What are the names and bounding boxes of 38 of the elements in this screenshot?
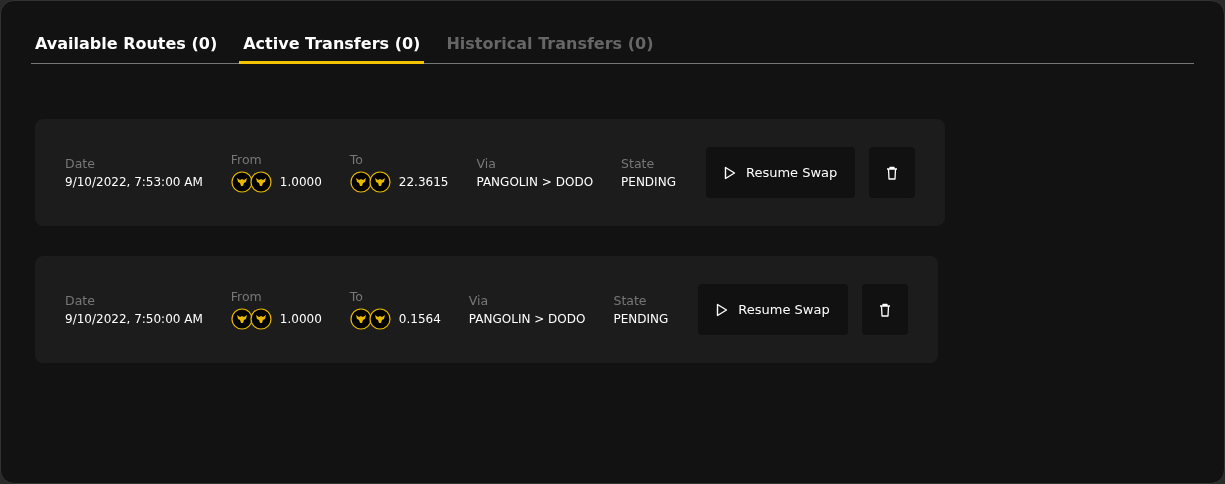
amount-text: 1.0000 <box>279 312 322 326</box>
route-text: PANGOLIN > DODO <box>468 312 586 326</box>
column-label: From <box>230 152 263 167</box>
token-icon <box>249 308 272 330</box>
token-icon <box>230 171 253 193</box>
token-icon <box>368 308 391 330</box>
trash-icon <box>878 302 891 317</box>
token-icon <box>368 171 391 193</box>
amount-text: 1.0000 <box>279 175 322 189</box>
column-label: From <box>230 289 263 304</box>
state-text: PENDING <box>621 175 676 189</box>
column-label: Date <box>65 293 96 308</box>
amount-text: 0.1564 <box>398 312 441 326</box>
tab[interactable]: Available Routes (0) <box>35 21 218 64</box>
play-icon <box>716 302 729 317</box>
play-icon <box>723 165 736 180</box>
column-label: State <box>621 156 656 171</box>
column-label: Date <box>65 156 96 171</box>
token-icon <box>230 308 253 330</box>
column-label: Via <box>468 293 490 308</box>
state-text: PENDING <box>613 312 669 326</box>
column-label: To <box>349 289 364 304</box>
column-label: Via <box>476 156 497 171</box>
resume-swap-button[interactable]: Resume Swap <box>705 147 856 198</box>
delete-button[interactable] <box>861 284 908 335</box>
trash-icon <box>886 165 899 180</box>
date-text: 9/10/2022, 7:50:00 AM <box>65 312 203 326</box>
tab[interactable]: Active Transfers (0) <box>239 21 425 64</box>
column-label: State <box>613 293 648 308</box>
token-icon <box>249 171 272 193</box>
amount-text: 22.3615 <box>398 175 449 189</box>
token-icon <box>349 308 372 330</box>
token-icon <box>349 171 372 193</box>
route-text: PANGOLIN > DODO <box>476 175 594 189</box>
column-label: To <box>349 152 364 167</box>
delete-button[interactable] <box>869 147 916 198</box>
resume-swap-button[interactable]: Resume Swap <box>698 284 848 335</box>
date-text: 9/10/2022, 7:53:00 AM <box>65 175 203 189</box>
